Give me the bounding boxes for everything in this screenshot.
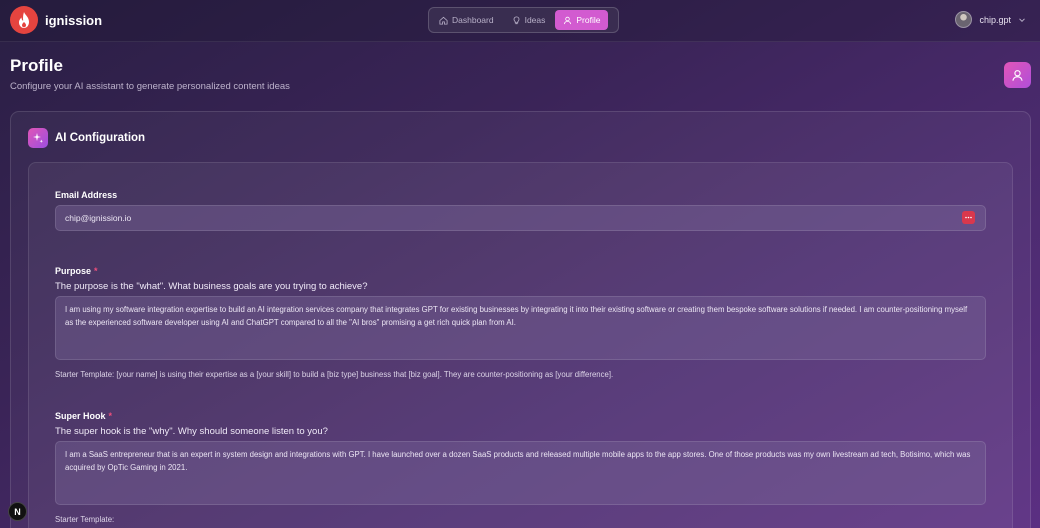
required-mark: * xyxy=(108,411,113,421)
brand[interactable]: ignission xyxy=(10,6,102,34)
flame-logo-icon xyxy=(10,6,38,34)
user-menu[interactable]: chip.gpt xyxy=(955,11,1026,28)
super-hook-hint: Starter Template: xyxy=(55,515,115,524)
page-subtitle: Configure your AI assistant to generate … xyxy=(10,81,290,92)
super-hook-question: The super hook is the "why". Why should … xyxy=(55,426,328,437)
super-hook-textarea[interactable]: I am a SaaS entrepreneur that is an expe… xyxy=(55,441,986,505)
super-hook-label-text: Super Hook xyxy=(55,411,106,421)
nav-item-label: Ideas xyxy=(524,15,546,25)
purpose-label: Purpose * xyxy=(55,266,98,276)
chevron-down-icon xyxy=(1019,17,1025,22)
nav-item-dashboard[interactable]: Dashboard xyxy=(431,10,502,30)
profile-action-button[interactable] xyxy=(1004,62,1031,88)
top-bar: ignission Dashboard Ideas Profile chip.g… xyxy=(0,0,1040,42)
email-label: Email Address xyxy=(55,190,118,200)
purpose-question: The purpose is the "what". What business… xyxy=(55,281,368,292)
purpose-hint: Starter Template: [your name] is using t… xyxy=(55,370,614,379)
required-mark: * xyxy=(94,266,98,276)
user-icon xyxy=(1012,69,1023,81)
card-title: AI Configuration xyxy=(55,132,146,144)
dev-tools-badge[interactable]: N xyxy=(8,502,27,521)
password-manager-icon[interactable] xyxy=(962,211,975,224)
nav-item-profile[interactable]: Profile xyxy=(555,10,609,30)
email-field[interactable]: chip@ignission.io xyxy=(55,205,986,231)
user-icon xyxy=(564,16,572,24)
app-name: ignission xyxy=(45,12,103,28)
home-icon xyxy=(439,16,448,25)
avatar xyxy=(955,11,973,28)
page-title: Profile xyxy=(10,56,63,75)
card-header: AI Configuration xyxy=(28,128,145,148)
user-name: chip.gpt xyxy=(979,14,1011,25)
super-hook-label: Super Hook * xyxy=(55,411,112,421)
purpose-label-text: Purpose xyxy=(55,266,92,276)
nav-item-label: Dashboard xyxy=(452,15,494,25)
main-nav: Dashboard Ideas Profile xyxy=(428,7,619,33)
purpose-textarea[interactable]: I am using my software integration exper… xyxy=(55,296,986,360)
sparkles-icon xyxy=(28,128,48,148)
nav-item-ideas[interactable]: Ideas xyxy=(504,10,554,30)
lightbulb-icon xyxy=(513,15,520,24)
nav-item-label: Profile xyxy=(576,15,601,25)
